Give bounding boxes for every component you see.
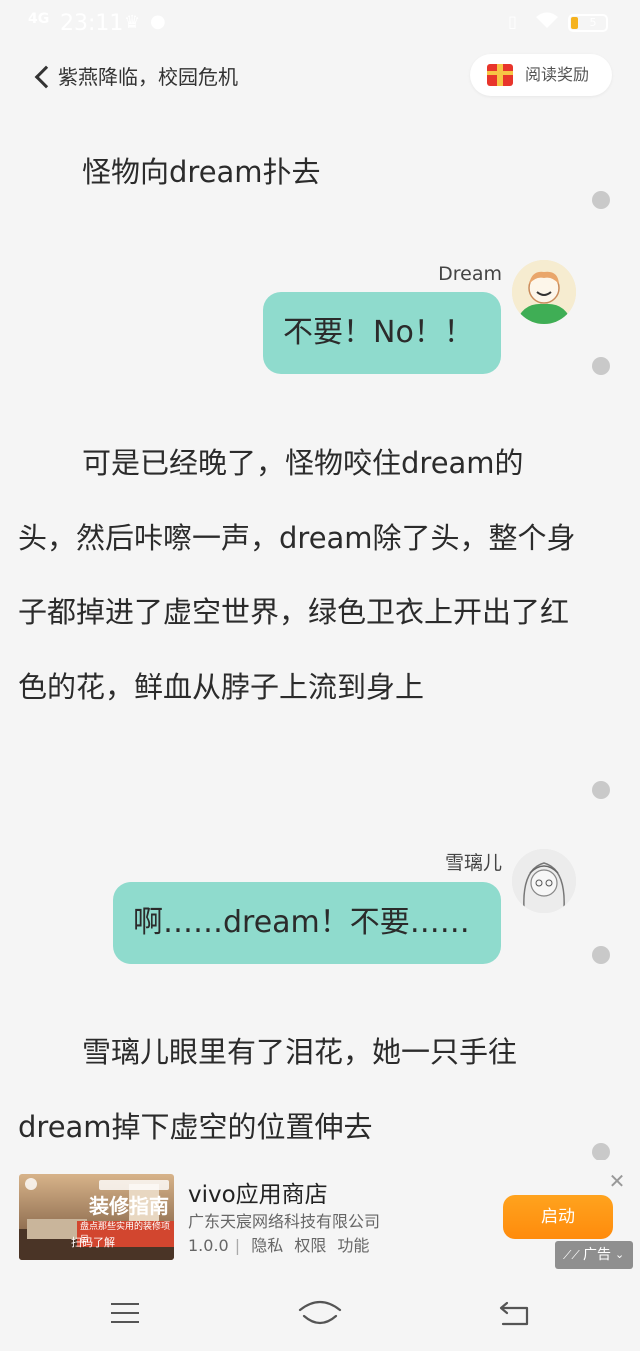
status-bar: 4G 23:11 ♛ ● ▯ 5 (0, 0, 640, 50)
ad-launch-button[interactable]: 启动 (503, 1195, 613, 1239)
comment-dot[interactable] (592, 946, 610, 964)
avatar-dream[interactable] (512, 260, 576, 324)
status-time: 23:11 (60, 11, 124, 36)
story-paragraph: 怪物向dream扑去 (82, 155, 321, 189)
dialog-bubble: 不要！No！！ (263, 292, 501, 374)
comment-dot[interactable] (592, 781, 610, 799)
chat-notification-icon: ● (150, 11, 166, 32)
return-icon[interactable] (497, 1300, 531, 1328)
ad-badge-label: 广告 (583, 1247, 611, 1263)
ad-features-link[interactable]: 功能 (337, 1236, 369, 1255)
no-sim-icon: ▯ (508, 12, 517, 31)
crown-icon: ♛ (124, 12, 141, 33)
dialog-bubble: 啊……dream！不要…… (113, 882, 501, 964)
wifi-icon (534, 10, 560, 35)
story-paragraph: 雪璃儿眼里有了泪花，她一只手往dream掉下虚空的位置伸去 (18, 1035, 518, 1144)
dialog-speaker-name: Dream (438, 263, 502, 285)
chevron-down-icon: ⌄ (615, 1248, 625, 1261)
comment-dot[interactable] (592, 191, 610, 209)
chapter-title[interactable]: 紫燕降临，校园危机 (58, 63, 238, 91)
menu-icon[interactable] (111, 1303, 139, 1323)
gift-icon (487, 64, 513, 86)
story-paragraph: 可是已经晚了，怪物咬住dream的头，然后咔嚓一声，dream除了头，整个身子都… (18, 446, 576, 704)
comment-dot[interactable] (592, 1143, 610, 1161)
ad-image[interactable]: 装修指南 盘点那些实用的装修项目 扫码了解 (19, 1174, 174, 1260)
reading-reward-button[interactable]: 阅读奖励 (470, 54, 612, 96)
ad-meta: 1.0.0 | 隐私 权限 功能 (188, 1236, 370, 1255)
ad-image-caption: 扫码了解 (71, 1236, 115, 1249)
ad-title[interactable]: vivo应用商店 (188, 1180, 328, 1210)
dialog-speaker-name: 雪璃儿 (444, 852, 502, 874)
reading-reward-label: 阅读奖励 (525, 65, 590, 84)
ad-image-headline: 装修指南 (89, 1194, 169, 1218)
ad-version: 1.0.0 (188, 1236, 229, 1255)
battery-icon: 5 (568, 14, 608, 32)
ad-brand-icon: ⟋⟋ (563, 1248, 580, 1262)
home-icon[interactable] (296, 1296, 344, 1330)
avatar-xueli[interactable] (512, 849, 576, 913)
ad-badge[interactable]: ⟋⟋ 广告 ⌄ (555, 1241, 633, 1269)
close-icon[interactable]: ✕ (606, 1170, 628, 1192)
signal-indicator: 4G (28, 11, 50, 27)
comment-dot[interactable] (592, 357, 610, 375)
battery-level: 5 (589, 16, 597, 29)
ad-privacy-link[interactable]: 隐私 (251, 1236, 283, 1255)
ad-permissions-link[interactable]: 权限 (294, 1236, 326, 1255)
ad-company: 广东天宸网络科技有限公司 (188, 1212, 381, 1231)
